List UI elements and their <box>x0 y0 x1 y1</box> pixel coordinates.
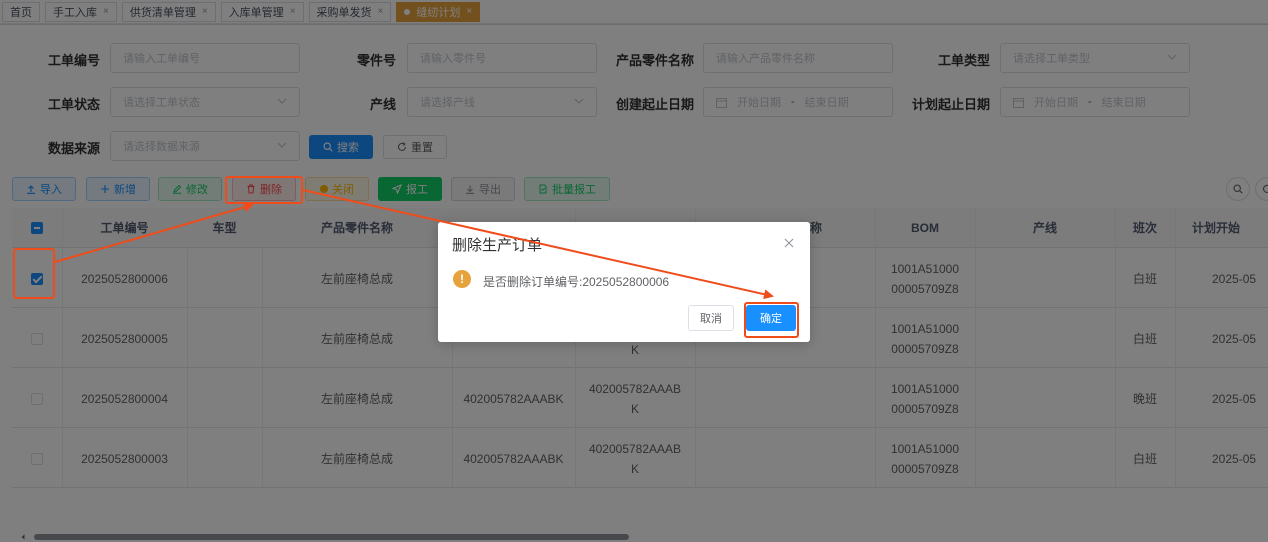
highlight-delete-button <box>225 176 303 204</box>
dialog-title: 删除生产订单 <box>452 237 543 254</box>
cancel-button[interactable]: 取消 <box>688 305 734 331</box>
close-icon[interactable] <box>784 238 794 248</box>
highlight-confirm-button <box>744 302 799 338</box>
dialog-message: 是否删除订单编号:2025052800006 <box>483 275 670 289</box>
highlight-row-checkbox <box>13 248 55 299</box>
warning-icon: ! <box>453 270 471 288</box>
